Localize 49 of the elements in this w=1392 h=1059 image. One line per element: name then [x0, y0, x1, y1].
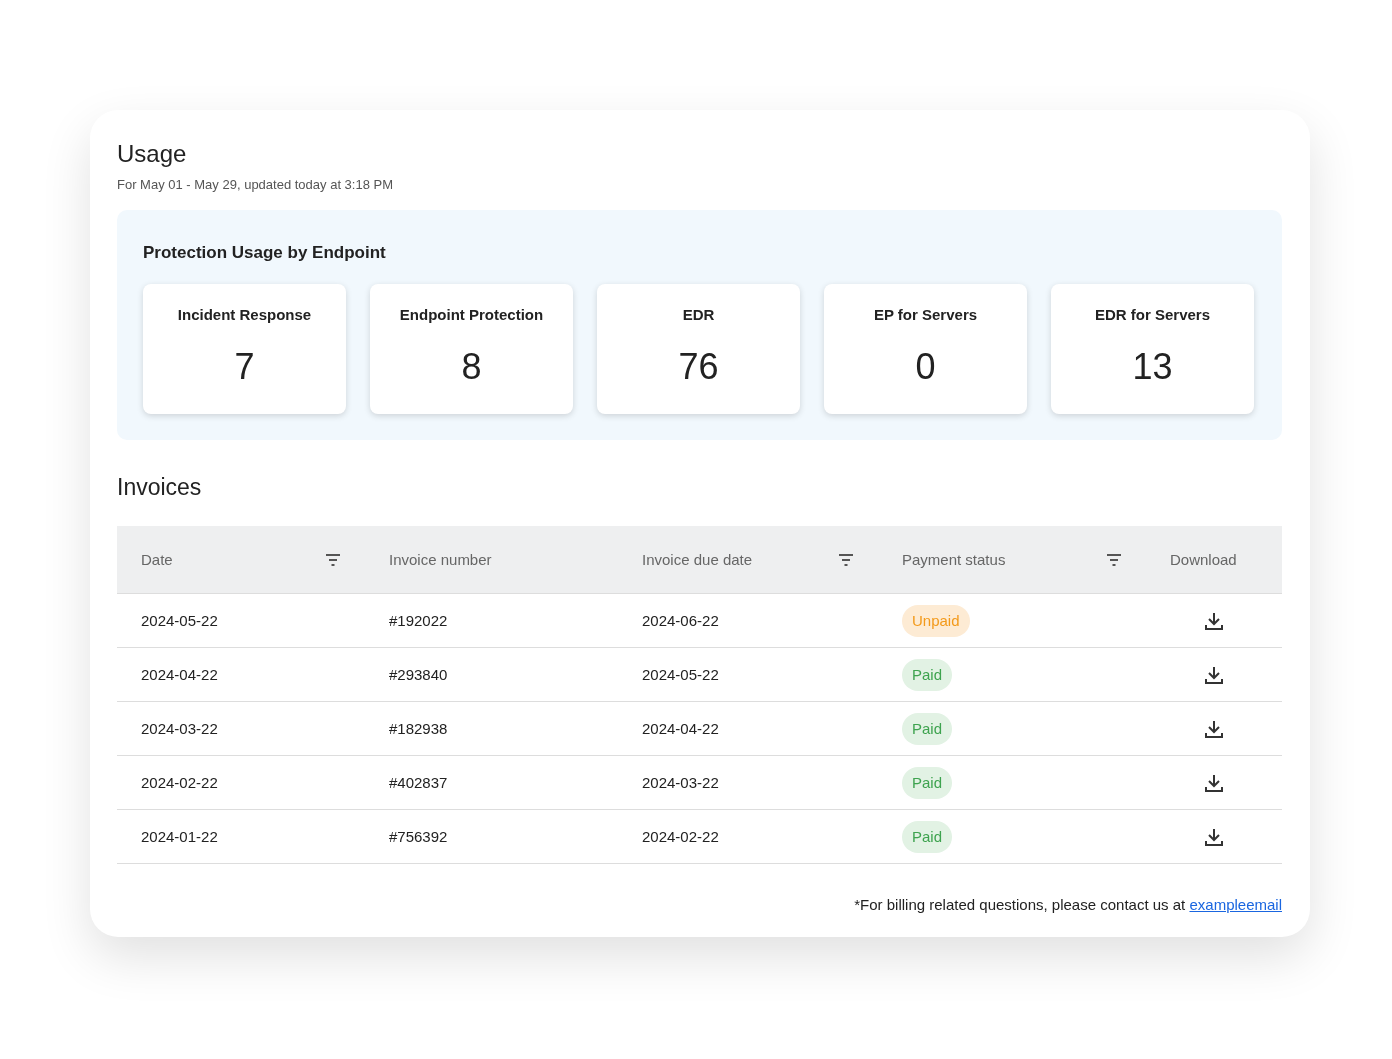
billing-note: *For billing related questions, please contact us at exampleemail: [853, 895, 1282, 916]
status-badge: Paid: [902, 766, 953, 800]
table-cell: 2024-02-22: [141, 773, 218, 791]
column-header: Download: [1170, 549, 1237, 570]
tile-label: Endpoint Protection: [398, 304, 545, 325]
download-icon[interactable]: [1203, 826, 1225, 849]
download-icon[interactable]: [1203, 664, 1225, 687]
tile-value: 0: [914, 345, 937, 390]
table-cell: 2024-06-22: [642, 611, 719, 629]
usage-subtitle: For May 01 - May 29, updated today at 3:18 PM: [117, 175, 395, 194]
filter-icon[interactable]: [1106, 553, 1122, 566]
table-cell: 2024-04-22: [642, 719, 719, 737]
table-cell: #182938: [389, 719, 448, 737]
column-header: Date: [141, 549, 173, 570]
table-cell: 2024-05-22: [642, 665, 719, 683]
table-cell: 2024-02-22: [642, 827, 719, 845]
tile-value: 13: [1131, 345, 1174, 390]
table-cell: 2024-03-22: [642, 773, 719, 791]
column-header: Invoice number: [389, 549, 492, 570]
filter-icon[interactable]: [838, 553, 854, 566]
table-cell: 2024-04-22: [141, 665, 218, 683]
status-badge: Paid: [902, 820, 953, 854]
email-link[interactable]: exampleemail: [1189, 896, 1282, 914]
column-header: Invoice due date: [642, 549, 753, 570]
tile-label: Incident Response: [176, 304, 313, 325]
download-icon[interactable]: [1203, 718, 1225, 741]
tile-label: EDR: [681, 304, 716, 325]
table-cell: #402837: [389, 773, 448, 791]
table-cell: #192022: [389, 611, 448, 629]
filter-icon[interactable]: [325, 553, 341, 566]
status-badge: Paid: [902, 658, 953, 692]
status-badge: Unpaid: [902, 604, 970, 638]
tile-value: 8: [460, 345, 483, 390]
table-cell: 2024-01-22: [141, 827, 218, 845]
download-icon[interactable]: [1203, 610, 1225, 633]
table-cell: #293840: [389, 665, 448, 683]
table-cell: 2024-05-22: [141, 611, 218, 629]
tile-label: EDR for Servers: [1093, 304, 1212, 325]
usage-title: Usage: [117, 140, 188, 169]
panel-title: Protection Usage by Endpoint: [143, 242, 387, 265]
status-badge: Paid: [902, 712, 953, 746]
table-cell: 2024-03-22: [141, 719, 218, 737]
tile-label: EP for Servers: [872, 304, 979, 325]
download-icon[interactable]: [1203, 772, 1225, 795]
tile-value: 7: [233, 345, 256, 390]
table-cell: #756392: [389, 827, 448, 845]
column-header: Payment status: [902, 549, 1006, 570]
invoices-title: Invoices: [117, 472, 203, 502]
tile-value: 76: [677, 345, 720, 390]
